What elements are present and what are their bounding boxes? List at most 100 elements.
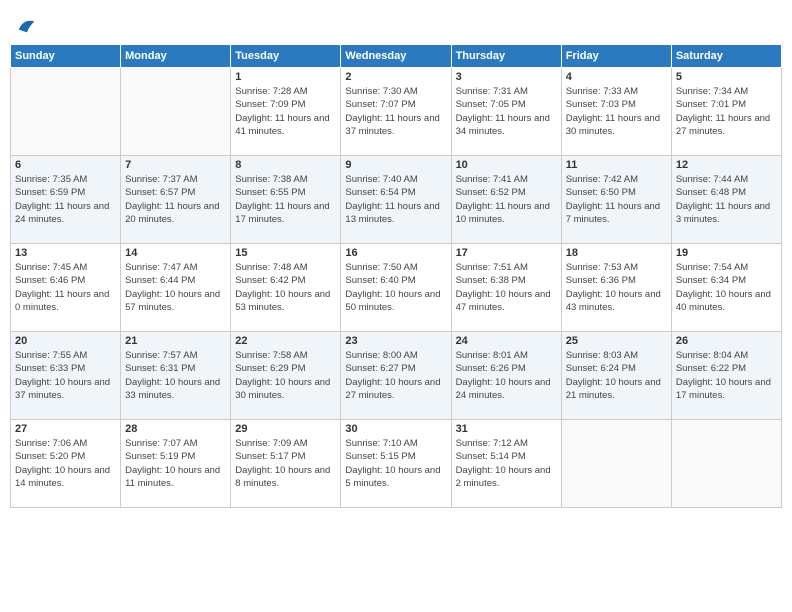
calendar-cell: 21 Sunrise: 7:57 AM Sunset: 6:31 PM Dayli…	[121, 332, 231, 420]
day-info: Sunrise: 7:10 AM Sunset: 5:15 PM Dayligh…	[345, 437, 446, 490]
day-info: Sunrise: 7:28 AM Sunset: 7:09 PM Dayligh…	[235, 85, 336, 138]
day-number: 19	[676, 247, 777, 259]
calendar-cell: 31 Sunrise: 7:12 AM Sunset: 5:14 PM Dayli…	[451, 420, 561, 508]
day-info: Sunrise: 7:51 AM Sunset: 6:38 PM Dayligh…	[456, 261, 557, 314]
weekday-header-friday: Friday	[561, 45, 671, 68]
calendar-cell: 10Sunrise: 7:41 AM Sunset: 6:52 PM Dayli…	[451, 156, 561, 244]
day-number: 30	[345, 423, 446, 435]
day-number: 21	[125, 335, 226, 347]
day-info: Sunrise: 7:47 AM Sunset: 6:44 PM Dayligh…	[125, 261, 226, 314]
day-number: 24	[456, 335, 557, 347]
weekday-header-monday: Monday	[121, 45, 231, 68]
page-header	[10, 10, 782, 36]
day-info: Sunrise: 7:48 AM Sunset: 6:42 PM Dayligh…	[235, 261, 336, 314]
day-number: 11	[566, 159, 667, 171]
calendar-body: 1 Sunrise: 7:28 AM Sunset: 7:09 PM Daylig…	[11, 68, 782, 508]
day-info: Sunrise: 7:33 AM Sunset: 7:03 PM Dayligh…	[566, 85, 667, 138]
day-info: Sunrise: 7:53 AM Sunset: 6:36 PM Dayligh…	[566, 261, 667, 314]
day-number: 9	[345, 159, 446, 171]
calendar-cell: 12 Sunrise: 7:44 AM Sunset: 6:48 PM Dayli…	[671, 156, 781, 244]
day-number: 31	[456, 423, 557, 435]
day-info: Sunrise: 7:12 AM Sunset: 5:14 PM Dayligh…	[456, 437, 557, 490]
weekday-header-row: SundayMondayTuesdayWednesdayThursdayFrid…	[11, 45, 782, 68]
calendar-cell: 17Sunrise: 7:51 AM Sunset: 6:38 PM Dayli…	[451, 244, 561, 332]
calendar-cell: 25 Sunrise: 8:03 AM Sunset: 6:24 PM Dayli…	[561, 332, 671, 420]
calendar-cell: 27 Sunrise: 7:06 AM Sunset: 5:20 PM Dayli…	[11, 420, 121, 508]
day-number: 23	[345, 335, 446, 347]
day-info: Sunrise: 7:07 AM Sunset: 5:19 PM Dayligh…	[125, 437, 226, 490]
calendar-week-2: 6Sunrise: 7:35 AM Sunset: 6:59 PM Daylig…	[11, 156, 782, 244]
calendar-cell: 2 Sunrise: 7:30 AM Sunset: 7:07 PM Daylig…	[341, 68, 451, 156]
calendar-cell: 4 Sunrise: 7:33 AM Sunset: 7:03 PM Daylig…	[561, 68, 671, 156]
day-info: Sunrise: 7:37 AM Sunset: 6:57 PM Dayligh…	[125, 173, 226, 226]
day-number: 2	[345, 71, 446, 83]
day-info: Sunrise: 7:45 AM Sunset: 6:46 PM Dayligh…	[15, 261, 116, 314]
calendar-cell: 14 Sunrise: 7:47 AM Sunset: 6:44 PM Dayli…	[121, 244, 231, 332]
day-info: Sunrise: 7:34 AM Sunset: 7:01 PM Dayligh…	[676, 85, 777, 138]
calendar-cell: 23 Sunrise: 8:00 AM Sunset: 6:27 PM Dayli…	[341, 332, 451, 420]
calendar-cell: 9 Sunrise: 7:40 AM Sunset: 6:54 PM Daylig…	[341, 156, 451, 244]
day-number: 4	[566, 71, 667, 83]
day-info: Sunrise: 8:00 AM Sunset: 6:27 PM Dayligh…	[345, 349, 446, 402]
day-number: 10	[456, 159, 557, 171]
calendar-week-5: 27 Sunrise: 7:06 AM Sunset: 5:20 PM Dayli…	[11, 420, 782, 508]
day-number: 28	[125, 423, 226, 435]
calendar-cell	[121, 68, 231, 156]
calendar-week-3: 13 Sunrise: 7:45 AM Sunset: 6:46 PM Dayli…	[11, 244, 782, 332]
day-number: 26	[676, 335, 777, 347]
day-info: Sunrise: 7:44 AM Sunset: 6:48 PM Dayligh…	[676, 173, 777, 226]
day-number: 27	[15, 423, 116, 435]
day-number: 12	[676, 159, 777, 171]
day-number: 15	[235, 247, 336, 259]
day-number: 14	[125, 247, 226, 259]
day-number: 22	[235, 335, 336, 347]
weekday-header-thursday: Thursday	[451, 45, 561, 68]
day-number: 7	[125, 159, 226, 171]
day-info: Sunrise: 7:09 AM Sunset: 5:17 PM Dayligh…	[235, 437, 336, 490]
weekday-header-wednesday: Wednesday	[341, 45, 451, 68]
day-number: 3	[456, 71, 557, 83]
calendar-cell	[671, 420, 781, 508]
logo-icon	[16, 14, 38, 36]
calendar-cell: 5 Sunrise: 7:34 AM Sunset: 7:01 PM Daylig…	[671, 68, 781, 156]
day-number: 13	[15, 247, 116, 259]
day-number: 6	[15, 159, 116, 171]
calendar-cell: 16 Sunrise: 7:50 AM Sunset: 6:40 PM Dayli…	[341, 244, 451, 332]
day-info: Sunrise: 7:06 AM Sunset: 5:20 PM Dayligh…	[15, 437, 116, 490]
day-info: Sunrise: 7:30 AM Sunset: 7:07 PM Dayligh…	[345, 85, 446, 138]
day-info: Sunrise: 7:55 AM Sunset: 6:33 PM Dayligh…	[15, 349, 116, 402]
day-info: Sunrise: 8:03 AM Sunset: 6:24 PM Dayligh…	[566, 349, 667, 402]
day-number: 16	[345, 247, 446, 259]
day-number: 29	[235, 423, 336, 435]
calendar-cell: 28 Sunrise: 7:07 AM Sunset: 5:19 PM Dayli…	[121, 420, 231, 508]
day-info: Sunrise: 7:40 AM Sunset: 6:54 PM Dayligh…	[345, 173, 446, 226]
weekday-header-saturday: Saturday	[671, 45, 781, 68]
weekday-header-tuesday: Tuesday	[231, 45, 341, 68]
day-info: Sunrise: 7:50 AM Sunset: 6:40 PM Dayligh…	[345, 261, 446, 314]
calendar-header: SundayMondayTuesdayWednesdayThursdayFrid…	[11, 45, 782, 68]
calendar-cell: 1 Sunrise: 7:28 AM Sunset: 7:09 PM Daylig…	[231, 68, 341, 156]
day-info: Sunrise: 8:04 AM Sunset: 6:22 PM Dayligh…	[676, 349, 777, 402]
calendar-cell: 6Sunrise: 7:35 AM Sunset: 6:59 PM Daylig…	[11, 156, 121, 244]
calendar-cell: 26 Sunrise: 8:04 AM Sunset: 6:22 PM Dayli…	[671, 332, 781, 420]
day-info: Sunrise: 7:54 AM Sunset: 6:34 PM Dayligh…	[676, 261, 777, 314]
calendar-week-1: 1 Sunrise: 7:28 AM Sunset: 7:09 PM Daylig…	[11, 68, 782, 156]
calendar-cell: 8 Sunrise: 7:38 AM Sunset: 6:55 PM Daylig…	[231, 156, 341, 244]
calendar-table: SundayMondayTuesdayWednesdayThursdayFrid…	[10, 44, 782, 508]
day-info: Sunrise: 7:57 AM Sunset: 6:31 PM Dayligh…	[125, 349, 226, 402]
calendar-cell: 18Sunrise: 7:53 AM Sunset: 6:36 PM Dayli…	[561, 244, 671, 332]
day-number: 25	[566, 335, 667, 347]
calendar-cell: 20 Sunrise: 7:55 AM Sunset: 6:33 PM Dayli…	[11, 332, 121, 420]
calendar-cell: 7 Sunrise: 7:37 AM Sunset: 6:57 PM Daylig…	[121, 156, 231, 244]
day-number: 20	[15, 335, 116, 347]
calendar-cell	[11, 68, 121, 156]
calendar-cell: 29 Sunrise: 7:09 AM Sunset: 5:17 PM Dayli…	[231, 420, 341, 508]
calendar-cell: 3Sunrise: 7:31 AM Sunset: 7:05 PM Daylig…	[451, 68, 561, 156]
day-number: 8	[235, 159, 336, 171]
day-info: Sunrise: 7:58 AM Sunset: 6:29 PM Dayligh…	[235, 349, 336, 402]
day-number: 1	[235, 71, 336, 83]
day-number: 5	[676, 71, 777, 83]
day-info: Sunrise: 7:38 AM Sunset: 6:55 PM Dayligh…	[235, 173, 336, 226]
calendar-cell: 15 Sunrise: 7:48 AM Sunset: 6:42 PM Dayli…	[231, 244, 341, 332]
calendar-cell: 13 Sunrise: 7:45 AM Sunset: 6:46 PM Dayli…	[11, 244, 121, 332]
